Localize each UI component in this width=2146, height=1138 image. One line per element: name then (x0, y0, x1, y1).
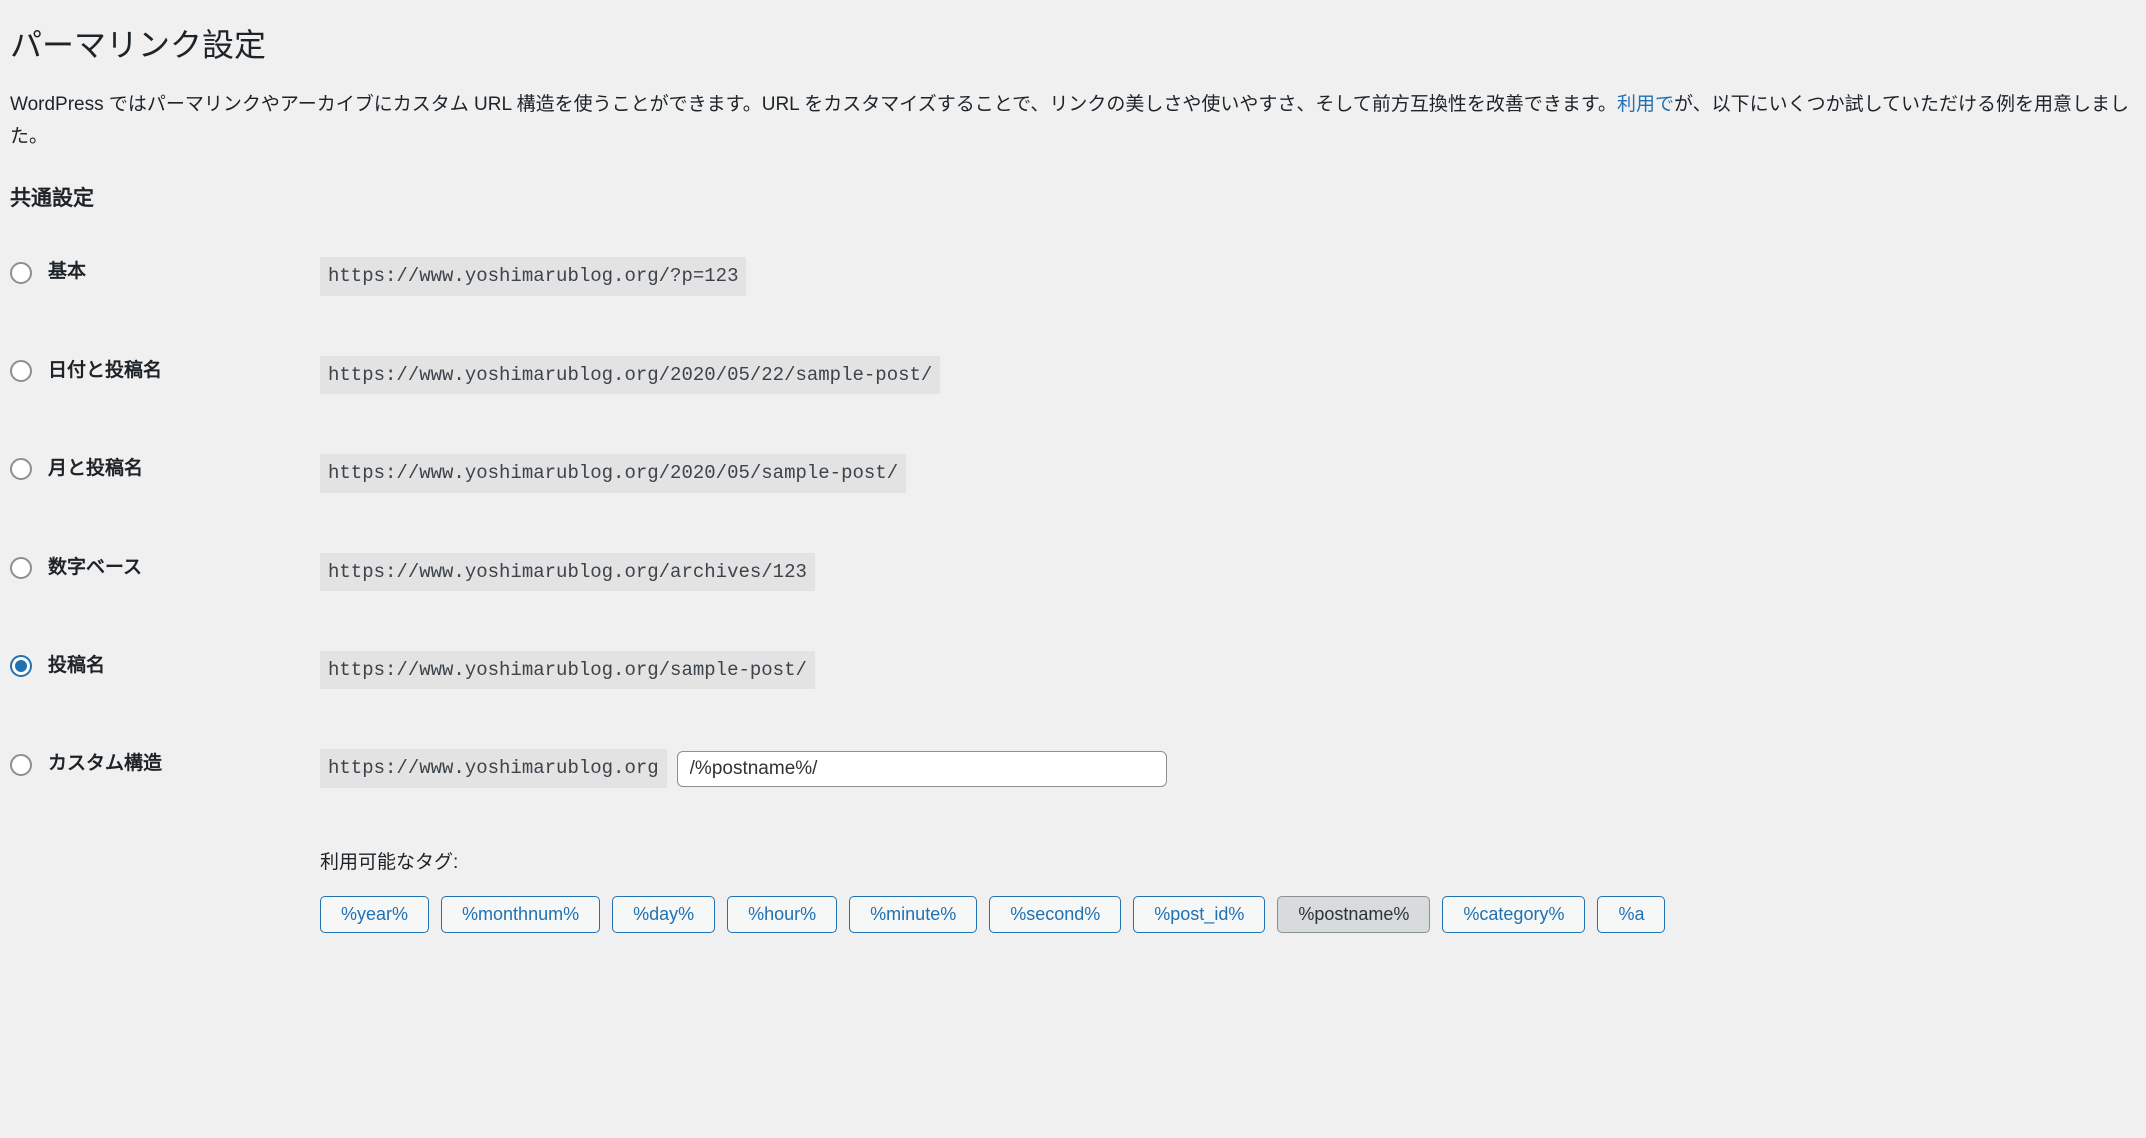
option-label-numeric[interactable]: 数字ベース (10, 553, 320, 583)
option-row-plain: 基本 https://www.yoshimarublog.org/?p=123 (10, 257, 2136, 295)
section-heading-common: 共通設定 (10, 182, 2136, 216)
tag-button-year[interactable]: %year% (320, 896, 429, 933)
radio-month-name[interactable] (10, 458, 32, 480)
tag-button-second[interactable]: %second% (989, 896, 1121, 933)
radio-custom[interactable] (10, 754, 32, 776)
option-row-month-name: 月と投稿名 https://www.yoshimarublog.org/2020… (10, 454, 2136, 492)
example-url-post-name: https://www.yoshimarublog.org/sample-pos… (320, 651, 815, 689)
option-label-day-name[interactable]: 日付と投稿名 (10, 356, 320, 386)
option-label-text: 基本 (48, 257, 86, 287)
option-label-text: カスタム構造 (48, 749, 162, 779)
tag-button-hour[interactable]: %hour% (727, 896, 837, 933)
description-text-pre: WordPress ではパーマリンクやアーカイブにカスタム URL 構造を使うこ… (10, 94, 1617, 115)
option-row-post-name: 投稿名 https://www.yoshimarublog.org/sample… (10, 651, 2136, 689)
example-url-numeric: https://www.yoshimarublog.org/archives/1… (320, 553, 815, 591)
example-url-day-name: https://www.yoshimarublog.org/2020/05/22… (320, 356, 940, 394)
description-link[interactable]: 利用で (1617, 94, 1674, 115)
option-label-text: 数字ベース (48, 553, 142, 583)
tag-button-postname[interactable]: %postname% (1277, 896, 1430, 933)
custom-structure-input[interactable] (677, 751, 1167, 787)
tag-button-author[interactable]: %a (1597, 896, 1665, 933)
option-row-numeric: 数字ベース https://www.yoshimarublog.org/arch… (10, 553, 2136, 591)
radio-day-name[interactable] (10, 360, 32, 382)
tags-row: %year% %monthnum% %day% %hour% %minute% … (320, 896, 2136, 933)
option-row-day-name: 日付と投稿名 https://www.yoshimarublog.org/202… (10, 356, 2136, 394)
option-label-plain[interactable]: 基本 (10, 257, 320, 287)
page-title: パーマリンク設定 (10, 20, 2136, 71)
custom-base-url: https://www.yoshimarublog.org (320, 749, 667, 787)
radio-post-name[interactable] (10, 655, 32, 677)
radio-plain[interactable] (10, 262, 32, 284)
tag-button-monthnum[interactable]: %monthnum% (441, 896, 600, 933)
tag-button-day[interactable]: %day% (612, 896, 715, 933)
option-label-text: 日付と投稿名 (48, 356, 162, 386)
option-row-custom: カスタム構造 https://www.yoshimarublog.org (10, 749, 2136, 787)
option-label-custom[interactable]: カスタム構造 (10, 749, 320, 779)
option-label-post-name[interactable]: 投稿名 (10, 651, 320, 681)
option-label-text: 投稿名 (48, 651, 105, 681)
tags-section: 利用可能なタグ: %year% %monthnum% %day% %hour% … (10, 848, 2136, 933)
example-url-month-name: https://www.yoshimarublog.org/2020/05/sa… (320, 454, 906, 492)
option-label-text: 月と投稿名 (48, 454, 143, 484)
option-label-month-name[interactable]: 月と投稿名 (10, 454, 320, 484)
tag-button-minute[interactable]: %minute% (849, 896, 977, 933)
radio-numeric[interactable] (10, 557, 32, 579)
page-description: WordPress ではパーマリンクやアーカイブにカスタム URL 構造を使うこ… (10, 89, 2136, 154)
tag-button-category[interactable]: %category% (1442, 896, 1585, 933)
tag-button-post-id[interactable]: %post_id% (1133, 896, 1265, 933)
example-url-plain: https://www.yoshimarublog.org/?p=123 (320, 257, 746, 295)
tags-label: 利用可能なタグ: (320, 848, 2136, 878)
